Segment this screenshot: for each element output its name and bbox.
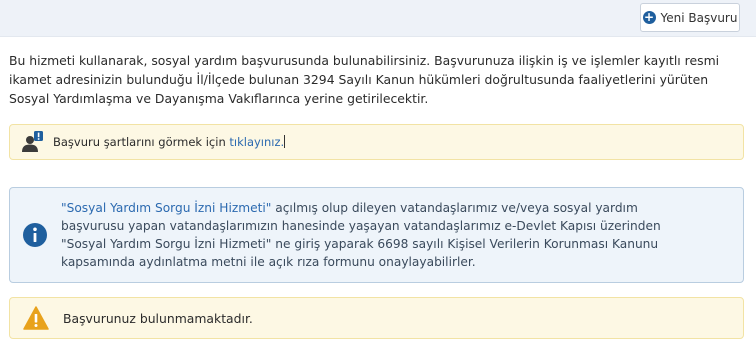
- requirements-link[interactable]: tıklayınız.: [229, 135, 284, 149]
- text-cursor: [284, 135, 286, 148]
- warning-triangle-icon: [23, 306, 49, 330]
- requirements-text: Başvuru şartlarını görmek için tıklayını…: [53, 135, 286, 149]
- new-application-label: Yeni Başvuru: [660, 10, 738, 25]
- service-name-highlight: "Sosyal Yardım Sorgu İzni Hizmeti": [61, 201, 272, 215]
- top-toolbar: + Yeni Başvuru: [0, 0, 756, 37]
- intro-text: Bu hizmeti kullanarak, sosyal yardım baş…: [9, 53, 720, 106]
- no-application-alert: Başvurunuz bulunmamaktadır.: [9, 297, 744, 339]
- info-alert: "Sosyal Yardım Sorgu İzni Hizmeti" açılm…: [9, 187, 744, 283]
- user-alert-icon: [21, 131, 43, 153]
- plus-circle-icon: +: [642, 10, 656, 24]
- requirements-alert: Başvuru şartlarını görmek için tıklayını…: [9, 124, 744, 160]
- requirements-prefix: Başvuru şartlarını görmek için: [53, 135, 230, 149]
- no-application-text: Başvurunuz bulunmamaktadır.: [63, 310, 253, 326]
- info-text: "Sosyal Yardım Sorgu İzni Hizmeti" açılm…: [61, 199, 681, 271]
- new-application-button[interactable]: + Yeni Başvuru: [640, 3, 740, 32]
- info-circle-icon: [23, 223, 47, 247]
